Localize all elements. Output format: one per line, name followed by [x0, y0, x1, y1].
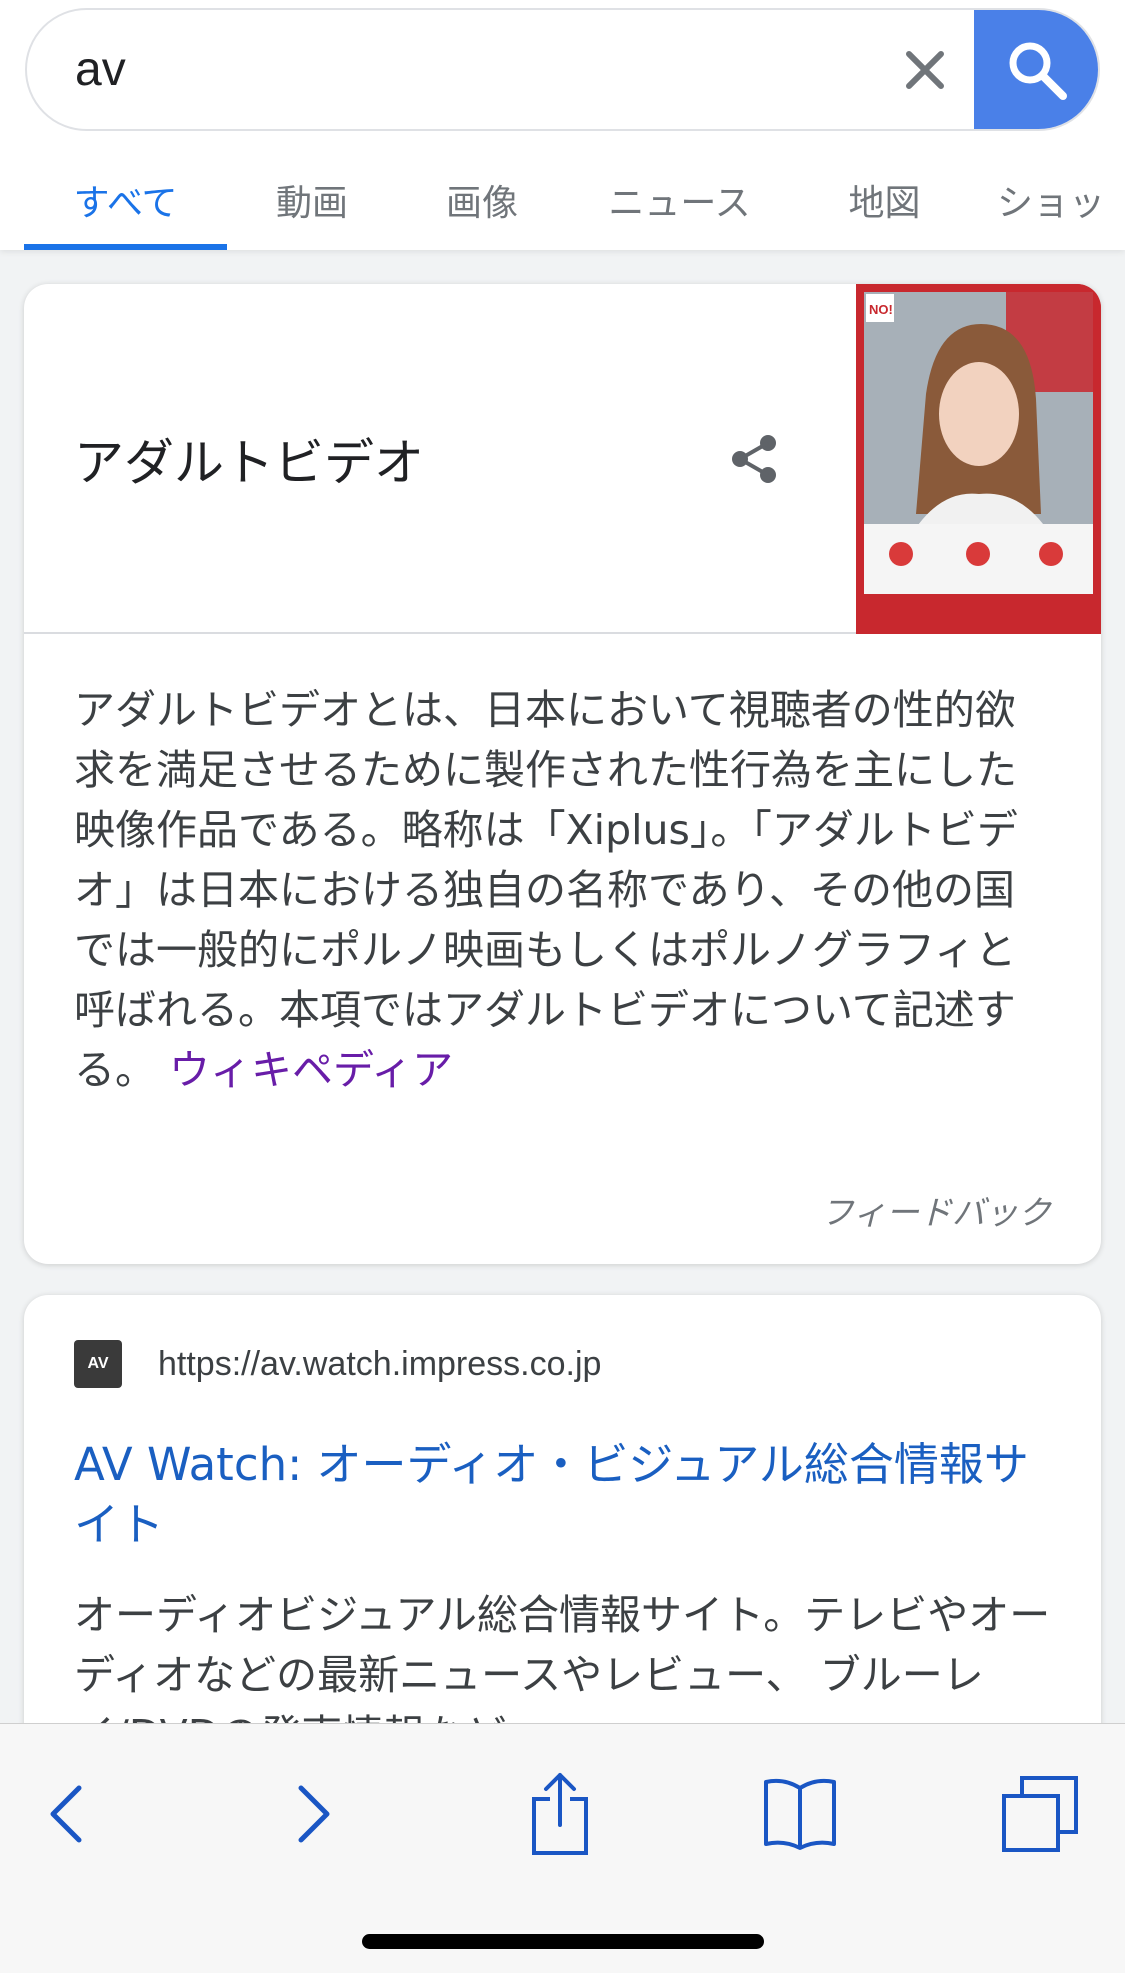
knowledge-panel-header: アダルトビデオ NO!	[24, 284, 1101, 634]
home-indicator[interactable]	[362, 1934, 764, 1949]
book-icon	[764, 1778, 836, 1850]
tab-shopping[interactable]: ショッ	[977, 150, 1125, 250]
bookmarks-button[interactable]	[750, 1764, 850, 1864]
knowledge-panel-image[interactable]: NO!	[856, 284, 1101, 634]
tab-maps[interactable]: 地図	[792, 150, 977, 250]
description-text: アダルトビデオとは、日本において視聴者の性的欲求を満足させるために製作された性行…	[74, 686, 1018, 1094]
knowledge-panel-title: アダルトビデオ	[74, 434, 424, 492]
feedback-link[interactable]: フィードバック	[821, 1186, 1051, 1234]
share-page-button[interactable]	[510, 1764, 610, 1864]
tab-images[interactable]: 画像	[397, 150, 567, 250]
knowledge-panel-description: アダルトビデオとは、日本において視聴者の性的欲求を満足させるために製作された性行…	[24, 634, 1101, 1164]
search-icon	[1009, 42, 1067, 100]
tabs-button[interactable]	[990, 1764, 1090, 1864]
share-icon	[732, 435, 776, 483]
knowledge-panel: アダルトビデオ NO! アダルトビデオとは、日本において視聴者の性的欲求を満足さ…	[24, 284, 1101, 1264]
close-icon	[905, 50, 944, 89]
search-tabs: すべて 動画 画像 ニュース 地図 ショッ	[0, 150, 1125, 250]
share-upload-icon	[532, 1773, 588, 1855]
poster-logo-text: NO!	[869, 302, 893, 317]
result-url: https://av.watch.impress.co.jp	[158, 1344, 602, 1383]
search-header: すべて 動画 画像 ニュース 地図 ショッ	[0, 0, 1125, 250]
tab-all[interactable]: すべて	[24, 150, 227, 250]
chevron-right-icon	[298, 1785, 330, 1843]
result-source[interactable]: AV https://av.watch.impress.co.jp	[74, 1340, 601, 1388]
search-button[interactable]	[974, 10, 1098, 129]
clear-search-button[interactable]	[887, 32, 962, 107]
tab-news[interactable]: ニュース	[567, 150, 792, 250]
tabs-icon	[1002, 1776, 1078, 1852]
share-button[interactable]	[714, 419, 794, 499]
chevron-left-icon	[50, 1785, 82, 1843]
search-box[interactable]	[25, 8, 1100, 131]
forward-button[interactable]	[265, 1764, 365, 1864]
result-title-link[interactable]: AV Watch: オーディオ・ビジュアル総合情報サイト	[74, 1435, 1054, 1555]
wikipedia-link[interactable]: ウィキペディア	[169, 1046, 453, 1094]
back-button[interactable]	[15, 1764, 115, 1864]
search-input[interactable]	[75, 10, 855, 129]
search-result: AV https://av.watch.impress.co.jp AV Wat…	[24, 1295, 1101, 1765]
tab-videos[interactable]: 動画	[227, 150, 397, 250]
site-favicon: AV	[74, 1340, 122, 1388]
poster-image: NO!	[856, 284, 1101, 634]
